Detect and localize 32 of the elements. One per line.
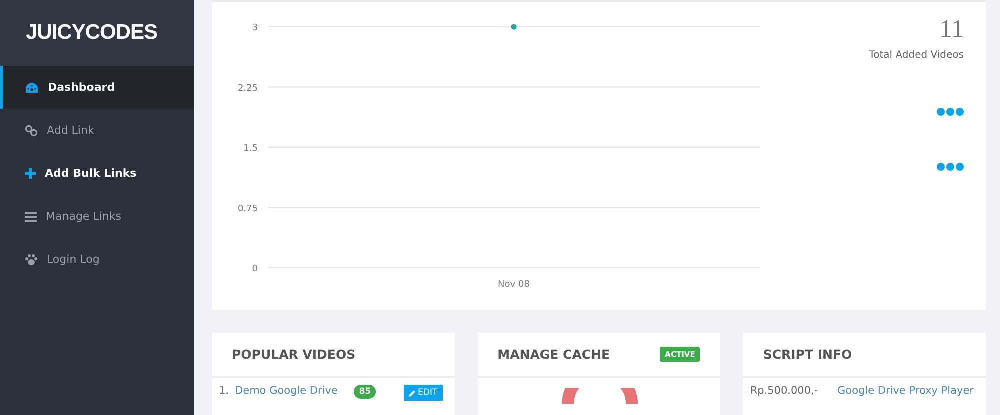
edit-button[interactable]: EDIT bbox=[404, 385, 443, 401]
pencil-icon bbox=[409, 390, 416, 396]
sidebar-item[interactable]: Add Bulk Links bbox=[0, 152, 194, 195]
link-icon bbox=[25, 124, 38, 136]
y-tick-label: 0.75 bbox=[238, 204, 258, 214]
loading-dots-icon bbox=[937, 163, 964, 171]
price-text: Rp.500.000,- bbox=[750, 385, 818, 397]
y-tick-label: 2.25 bbox=[238, 84, 258, 94]
card-title: MANAGE CACHE bbox=[498, 347, 610, 362]
sidebar-item[interactable]: Login Log bbox=[0, 238, 194, 281]
sidebar-item[interactable]: Add Link bbox=[0, 109, 194, 152]
loading-dots-icon bbox=[937, 108, 964, 116]
menu-icon bbox=[25, 212, 37, 222]
sidebar-item[interactable]: Manage Links bbox=[0, 195, 194, 238]
y-tick-label: 3 bbox=[252, 24, 258, 34]
y-tick-label: 1.5 bbox=[244, 144, 258, 154]
total-label: Total Added Videos bbox=[869, 50, 964, 61]
row-index: 1. bbox=[219, 385, 230, 397]
y-tick-label: 0 bbox=[252, 264, 258, 274]
total-count: 11 bbox=[940, 16, 964, 44]
video-link[interactable]: Demo Google Drive bbox=[235, 385, 338, 397]
data-point bbox=[511, 24, 517, 30]
sidebar-item[interactable]: Dashboard bbox=[0, 66, 194, 109]
x-tick-label: Nov 08 bbox=[498, 280, 530, 290]
logo: JUICYCODES bbox=[26, 21, 158, 45]
view-count-badge: 85 bbox=[354, 385, 376, 399]
card-title: SCRIPT INFO bbox=[763, 347, 852, 362]
dashboard-gauge-icon bbox=[25, 82, 39, 94]
card-title: POPULAR VIDEOS bbox=[232, 347, 356, 362]
product-link[interactable]: Google Drive Proxy Player bbox=[838, 385, 974, 397]
plus-icon bbox=[25, 168, 36, 179]
paw-icon bbox=[25, 254, 38, 266]
